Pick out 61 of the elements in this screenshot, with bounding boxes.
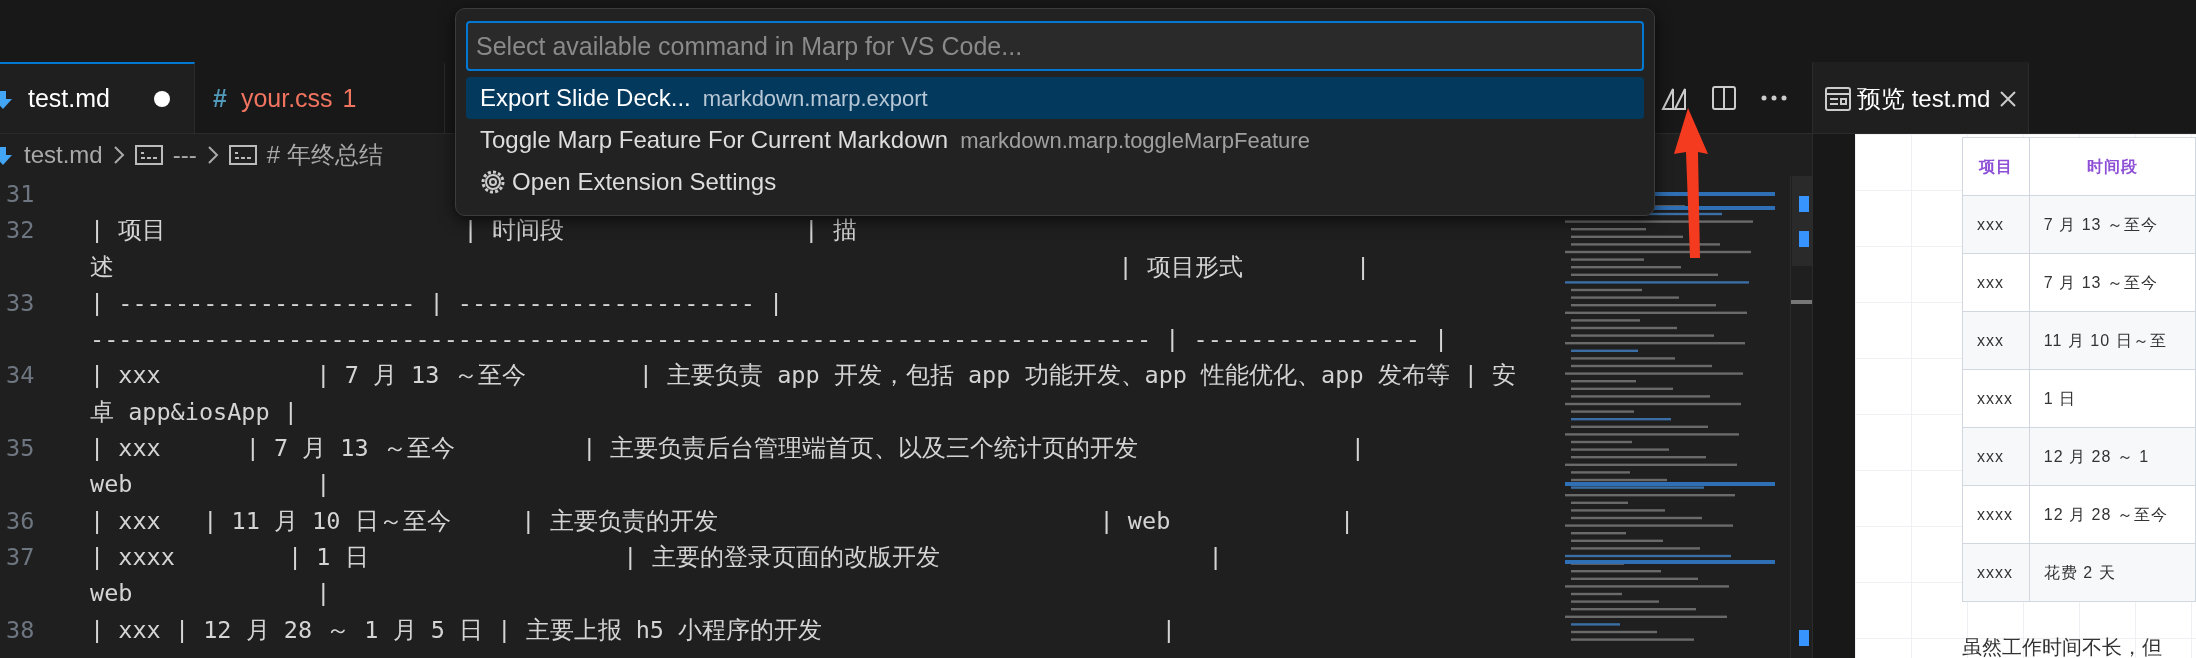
table-cell: xxx xyxy=(1962,427,2030,486)
line-number: 36 xyxy=(5,505,36,537)
paragraph: 虽然工作时间不长，但 xyxy=(1962,635,2162,658)
command-input[interactable]: Select available command in Marp for VS Code... xyxy=(466,21,1644,71)
preview-icon xyxy=(1825,86,1851,111)
split-editor-icon[interactable] xyxy=(1710,83,1738,112)
more-icon[interactable] xyxy=(1760,93,1788,102)
command-item[interactable]: Export Slide Deck... markdown.marp.export xyxy=(466,77,1644,119)
table-cell: 12 月 28 ～ 1 xyxy=(2029,427,2196,486)
line-number: 34 xyxy=(5,360,36,392)
editor-tab[interactable]: test.md xyxy=(0,62,195,133)
breadcrumb-item[interactable]: # 年终总结 xyxy=(266,137,383,173)
table-cell: 11 月 10 日～至 xyxy=(2029,311,2196,370)
table-cell: 花费 2 天 xyxy=(2029,543,2196,602)
code-line: 卓 app&iosApp | xyxy=(90,396,298,428)
line-number: 37 xyxy=(5,541,36,573)
line-number: 38 xyxy=(5,614,36,646)
scrollbar[interactable] xyxy=(1790,176,1812,658)
table-cell: xxxx xyxy=(1962,543,2030,602)
chevron-icon xyxy=(112,145,125,165)
code-line: | xxxx | 1 日 | 主要的登录页面的改版开发 | xyxy=(90,541,1223,573)
table-cell: 7 月 13 ～至今 xyxy=(2029,253,2196,312)
code-line: --------------------------------------------------------------------------- | ---------------- | xyxy=(90,324,1449,356)
table-cell: xxxx xyxy=(1962,369,2030,428)
table-cell: 7 月 13 ～至今 xyxy=(2029,195,2196,254)
command-item[interactable]: Open Extension Settings xyxy=(466,161,1644,203)
command-item[interactable]: Toggle Marp Feature For Current Markdown markdown.marp.toggleMarpFeature xyxy=(466,119,1644,161)
symbol-icon xyxy=(228,144,257,166)
error-count: 1 xyxy=(342,82,357,114)
breadcrumb-item[interactable]: --- xyxy=(172,137,197,173)
code-line: | xxx | 11 月 10 日～至今 | 主要负责的开发 | web | xyxy=(90,505,1355,537)
breadcrumb-item[interactable]: test.md xyxy=(24,137,103,173)
unsaved-dot xyxy=(154,90,170,107)
line-number: 32 xyxy=(5,215,36,247)
line-number: 35 xyxy=(5,433,36,465)
code-line: | --------------------- | --------------------- | xyxy=(90,287,784,319)
code-line: web | xyxy=(90,469,331,501)
table-cell: xxx xyxy=(1962,311,2030,370)
close-icon[interactable] xyxy=(2000,90,2017,107)
code-line: web | xyxy=(90,578,331,610)
css-file-icon: # xyxy=(213,79,227,118)
column-header: 项目 xyxy=(1962,137,2030,196)
code-line: 述 | 项目形式 | xyxy=(90,251,1371,283)
command-id: markdown.marp.toggleMarpFeature xyxy=(960,126,1310,155)
code-line: | xxx | 7 月 13 ～至今 | 主要负责后台管理端首页、以及三个统计页的开发 | xyxy=(90,433,1365,465)
line-number: 33 xyxy=(5,287,36,319)
code-line: | 项目 | 时间段 | 描 xyxy=(90,215,857,247)
chevron-icon xyxy=(206,145,219,165)
settings-icon xyxy=(480,169,506,195)
column-header: 时间段 xyxy=(2029,137,2196,196)
symbol-icon xyxy=(134,144,163,166)
preview-tab[interactable]: 预览 test.md xyxy=(1813,62,2030,133)
table-cell: xxx xyxy=(1962,195,2030,254)
table-cell: xxxx xyxy=(1962,485,2030,544)
command-id: markdown.marp.export xyxy=(702,84,928,113)
table-cell: 1 日 xyxy=(2029,369,2196,428)
code-line: | xxx | 12 月 28 ～ 1 月 5 日 | 主要上报 h5 小程序的开发 | xyxy=(90,614,1176,646)
line-number: 31 xyxy=(5,179,36,210)
table-cell: xxx xyxy=(1962,253,2030,312)
code-line: | xxx | 7 月 13 ～至今 | 主要负责 app 开发，包括 app 功能开发、app 性能优化、app 发布等 | 安 xyxy=(90,360,1517,392)
table-cell: 12 月 28 ～至今 xyxy=(2029,485,2196,544)
